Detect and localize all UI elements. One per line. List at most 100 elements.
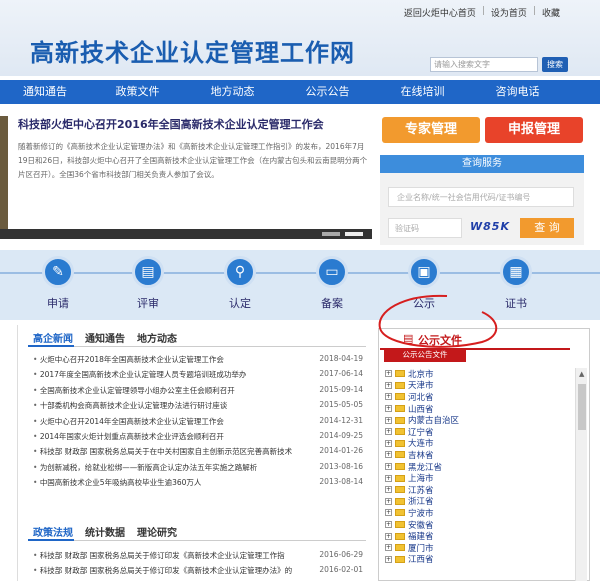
step-review[interactable]: ▤ 评审 xyxy=(118,256,178,311)
tree-item[interactable]: + 北京市 xyxy=(385,368,459,380)
document-icon: ▤ xyxy=(132,256,164,288)
step-label: 备案 xyxy=(321,297,343,310)
expand-icon[interactable]: + xyxy=(385,428,392,436)
tab-policy[interactable]: 政策法规 xyxy=(33,524,73,539)
tree-item[interactable]: + 山西省 xyxy=(385,403,459,415)
expand-icon[interactable]: + xyxy=(385,370,392,378)
query-service-title: 查询服务 xyxy=(380,155,584,173)
captcha-input[interactable]: 验证码 xyxy=(388,218,462,238)
top-link-home[interactable]: 返回火炬中心首页 xyxy=(404,6,476,19)
news-tabs: 高企新闻 通知通告 地方动态 xyxy=(33,330,177,345)
region-name: 江西省 xyxy=(408,555,434,566)
folder-icon xyxy=(395,381,405,389)
nav-item-public[interactable]: 公示公告 xyxy=(280,80,375,104)
step-certify[interactable]: ⚲ 认定 xyxy=(210,256,270,311)
list-item[interactable]: 为创新减税，给就业松绑——新版高企认定办法五年实施之路解析2013-08-16 xyxy=(33,462,363,477)
folder-icon xyxy=(395,497,405,505)
list-item[interactable]: 科技部 财政部 国家税务总局关于修订印发《高新技术企业认定管理工作指2016-0… xyxy=(33,550,363,565)
apply-management-button[interactable]: 申报管理 xyxy=(485,117,583,143)
folder-icon xyxy=(395,451,405,459)
expand-icon[interactable]: + xyxy=(385,416,392,424)
expand-icon[interactable]: + xyxy=(385,474,392,482)
region-name: 辽宁省 xyxy=(408,427,434,438)
tab-local[interactable]: 地方动态 xyxy=(137,330,177,345)
tree-item[interactable]: + 内蒙古自治区 xyxy=(385,414,459,426)
captcha-image[interactable]: W85K xyxy=(470,220,510,233)
region-name: 河北省 xyxy=(408,392,434,403)
scrollbar-thumb[interactable] xyxy=(578,384,586,430)
nav-item-policy[interactable]: 政策文件 xyxy=(90,80,185,104)
tab-stats[interactable]: 统计数据 xyxy=(85,524,125,539)
slider-dot[interactable] xyxy=(322,232,340,236)
query-button[interactable]: 查 询 xyxy=(520,218,574,238)
list-item[interactable]: 科技部 财政部 国家税务总局关于在中关村国家自主创新示范区完善高新技术2014-… xyxy=(33,446,363,461)
list-item[interactable]: 科技部 财政部 国家税务总局关于修订印发《高新技术企业认定管理办法》的2016-… xyxy=(33,565,363,580)
tree-item[interactable]: + 辽宁省 xyxy=(385,426,459,438)
expand-icon[interactable]: + xyxy=(385,555,392,563)
tree-item[interactable]: + 浙江省 xyxy=(385,496,459,508)
region-name: 山西省 xyxy=(408,404,434,415)
list-item[interactable]: 中国高新技术企业5年吸纳高校毕业生逾360万人2013-08-14 xyxy=(33,477,363,492)
expand-icon[interactable]: + xyxy=(385,463,392,471)
list-item[interactable]: 火炬中心召开2014年全国高新技术企业认定管理工作会2014-12-31 xyxy=(33,416,363,431)
nav-item-local[interactable]: 地方动态 xyxy=(185,80,280,104)
step-filing[interactable]: ▭ 备案 xyxy=(302,256,362,311)
divider: | xyxy=(481,6,485,16)
expand-icon[interactable]: + xyxy=(385,381,392,389)
tree-item[interactable]: + 宁波市 xyxy=(385,507,459,519)
top-link-favorite[interactable]: 收藏 xyxy=(542,6,560,19)
expand-icon[interactable]: + xyxy=(385,532,392,540)
search-button[interactable]: 搜索 xyxy=(542,57,568,72)
top-link-sethome[interactable]: 设为首页 xyxy=(491,6,527,19)
expand-icon[interactable]: + xyxy=(385,544,392,552)
step-apply[interactable]: ✎ 申请 xyxy=(28,256,88,311)
list-item[interactable]: 2017年度全国高新技术企业认定管理人员专题培训班成功举办2017-06-14 xyxy=(33,369,363,384)
folder-icon xyxy=(395,474,405,482)
tree-item[interactable]: + 厦门市 xyxy=(385,542,459,554)
expand-icon[interactable]: + xyxy=(385,497,392,505)
expand-icon[interactable]: + xyxy=(385,486,392,494)
tree-item[interactable]: + 黑龙江省 xyxy=(385,461,459,473)
presentation-icon: ▣ xyxy=(408,256,440,288)
banner-title[interactable]: 科技部火炬中心召开2016年全国高新技术企业认定管理工作会 xyxy=(18,116,324,132)
expand-icon[interactable]: + xyxy=(385,509,392,517)
folder-icon xyxy=(395,486,405,494)
expand-icon[interactable]: + xyxy=(385,439,392,447)
tree-item[interactable]: + 江西省 xyxy=(385,554,459,566)
tab-notice[interactable]: 通知通告 xyxy=(85,330,125,345)
expand-icon[interactable]: + xyxy=(385,405,392,413)
scroll-up-icon[interactable]: ▲ xyxy=(579,370,584,378)
tab-theory[interactable]: 理论研究 xyxy=(137,524,177,539)
expand-icon[interactable]: + xyxy=(385,393,392,401)
slider-dot[interactable] xyxy=(345,232,363,236)
region-name: 厦门市 xyxy=(408,543,434,554)
list-item[interactable]: 全国高新技术企业认定管理领导小组办公室主任会顺利召开2015-09-14 xyxy=(33,385,363,400)
search-input[interactable]: 请输入搜索文字 xyxy=(430,57,538,72)
tree-item[interactable]: + 天津市 xyxy=(385,380,459,391)
list-item[interactable]: 2014年国家火炬计划重点高新技术企业评选会顺利召开2014-09-25 xyxy=(33,431,363,446)
tree-item[interactable]: + 上海市 xyxy=(385,472,459,484)
nav-item-training[interactable]: 在线培训 xyxy=(375,80,470,104)
expand-icon[interactable]: + xyxy=(385,521,392,529)
company-search-input[interactable]: 企业名称/统一社会信用代码/证书编号 xyxy=(388,187,574,207)
tree-item[interactable]: + 安徽省 xyxy=(385,519,459,531)
banner-text: 随着新修订的《高新技术企业认定管理办法》和《高新技术企业认定管理工作指引》的发布… xyxy=(18,142,368,179)
tab-news[interactable]: 高企新闻 xyxy=(33,330,73,345)
annotation-circle xyxy=(378,294,498,348)
region-name: 吉林省 xyxy=(408,450,434,461)
scrollbar[interactable]: ▲ xyxy=(575,368,587,581)
tree-item[interactable]: + 吉林省 xyxy=(385,449,459,461)
list-item[interactable]: 火炬中心召开2018年全国高新技术企业认定管理工作会2018-04-19 xyxy=(33,354,363,369)
tree-item[interactable]: + 大连市 xyxy=(385,438,459,449)
tree-item[interactable]: + 河北省 xyxy=(385,391,459,403)
region-name: 浙江省 xyxy=(408,497,434,508)
list-item[interactable]: 十部委机构会商高新技术企业认定管理办法进行研讨座谈2015-05-05 xyxy=(33,400,363,415)
expert-management-button[interactable]: 专家管理 xyxy=(382,117,480,143)
tree-item[interactable]: + 福建省 xyxy=(385,530,459,542)
site-title[interactable]: 高新技术企业认定管理工作网 xyxy=(30,33,355,68)
tree-item[interactable]: + 江苏省 xyxy=(385,484,459,496)
nav-item-notice[interactable]: 通知通告 xyxy=(0,80,90,104)
expand-icon[interactable]: + xyxy=(385,451,392,459)
step-label: 评审 xyxy=(137,297,159,310)
nav-item-phone[interactable]: 咨询电话 xyxy=(470,80,565,104)
